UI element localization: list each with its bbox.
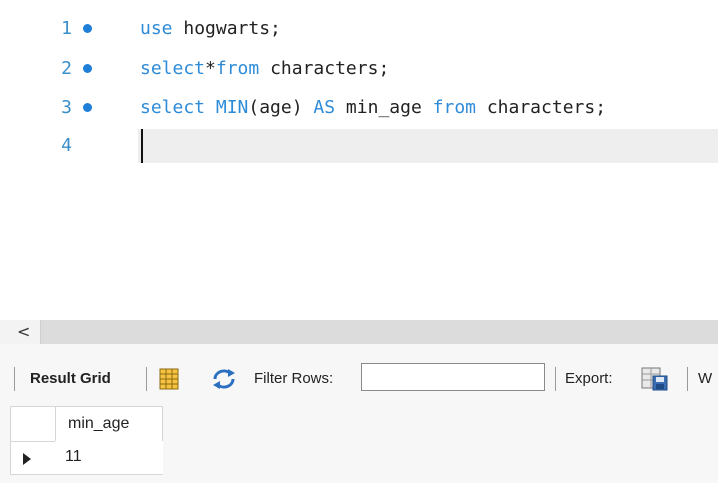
editor-line-3[interactable]: 3 select MIN(age) AS min_age from charac…	[0, 91, 718, 125]
row-indicator[interactable]	[10, 441, 56, 475]
toolbar-separator	[14, 367, 15, 391]
code-text: select MIN(age) AS min_age from characte…	[140, 91, 606, 125]
code-text: use hogwarts;	[140, 12, 281, 46]
refresh-icon[interactable]	[211, 368, 237, 390]
code-token: MIN	[215, 97, 249, 118]
filter-rows-label: Filter Rows:	[254, 370, 334, 387]
toolbar-separator	[555, 367, 556, 391]
filter-rows-input[interactable]	[361, 363, 545, 391]
current-row-arrow-icon	[23, 453, 31, 465]
code-token: (age)	[248, 97, 314, 118]
table-cell-min-age[interactable]: 11	[55, 441, 163, 475]
code-token: characters;	[476, 97, 607, 118]
column-header-min-age[interactable]: min_age	[55, 406, 163, 442]
scroll-left-button[interactable]: <	[0, 320, 41, 344]
mysql-workbench-window: 1 use hogwarts; 2 select*from characters…	[0, 0, 718, 483]
code-text: select*from characters;	[140, 52, 389, 86]
code-token: characters;	[259, 58, 390, 79]
grid-layout-icon[interactable]	[158, 368, 180, 390]
export-label: Export:	[565, 370, 613, 387]
code-token: from	[432, 97, 476, 118]
statement-marker-icon	[83, 24, 92, 33]
toolbar-separator	[687, 367, 688, 391]
statement-marker-icon	[83, 103, 92, 112]
result-toolbar: Result Grid Filter Rows: Export: W	[0, 357, 718, 401]
code-token: use	[140, 18, 173, 39]
code-token: min_age	[335, 97, 433, 118]
line-number: 3	[61, 97, 72, 118]
toolbar-separator	[146, 367, 147, 391]
code-token: *	[205, 58, 216, 79]
wrap-cell-label[interactable]: W	[698, 357, 712, 401]
code-token: hogwarts;	[172, 18, 281, 39]
grid-corner-header	[10, 406, 56, 442]
line-number: 4	[61, 135, 72, 156]
result-grid-tab[interactable]: Result Grid	[30, 357, 111, 401]
statement-marker-icon	[83, 64, 92, 73]
code-token: from	[215, 58, 260, 79]
line-number: 1	[61, 18, 72, 39]
sql-editor[interactable]: 1 use hogwarts; 2 select*from characters…	[0, 0, 718, 320]
editor-line-2[interactable]: 2 select*from characters;	[0, 52, 718, 86]
code-token: select	[140, 58, 206, 79]
editor-line-4[interactable]: 4	[0, 129, 718, 163]
text-caret	[141, 129, 143, 163]
code-token: select	[140, 97, 216, 118]
code-token: AS	[313, 97, 336, 118]
line-number: 2	[61, 58, 72, 79]
result-grid: min_age 11	[0, 401, 718, 483]
editor-line-1[interactable]: 1 use hogwarts;	[0, 12, 718, 46]
horizontal-scrollbar[interactable]: <	[0, 320, 718, 344]
chevron-left-icon: <	[17, 322, 31, 341]
export-icon[interactable]	[641, 367, 675, 391]
